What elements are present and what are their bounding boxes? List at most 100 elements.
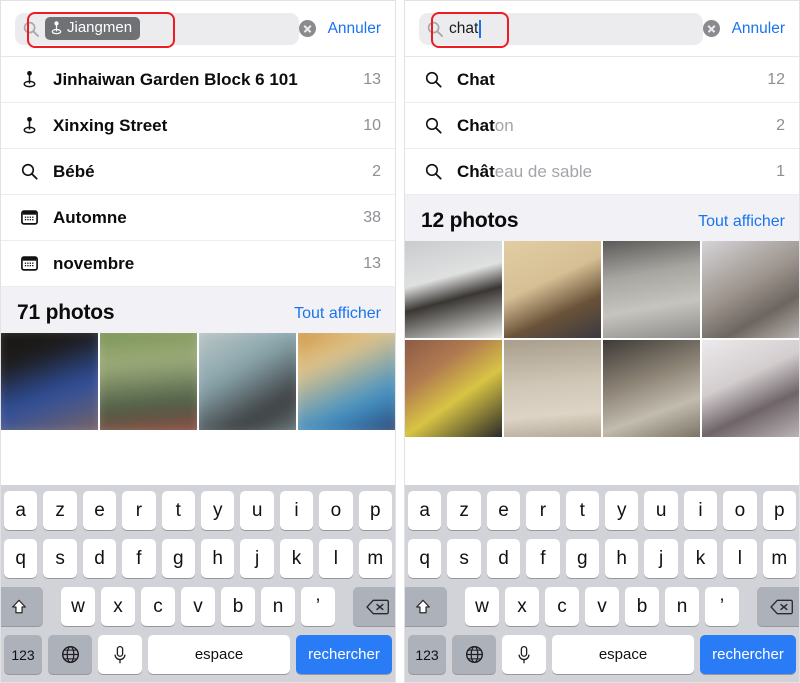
list-item[interactable]: Xinxing Street 10	[1, 103, 395, 149]
key-o[interactable]: o	[319, 491, 353, 530]
key-x[interactable]: x	[101, 587, 135, 626]
search-key[interactable]: rechercher	[296, 635, 392, 674]
key-k[interactable]: k	[279, 539, 314, 578]
key-h[interactable]: h	[605, 539, 639, 578]
key-j[interactable]: j	[240, 539, 274, 578]
key-g[interactable]: g	[565, 539, 599, 578]
cancel-button-right[interactable]: Annuler	[732, 20, 785, 38]
key-a[interactable]: a	[407, 491, 442, 530]
key-t[interactable]: t	[161, 491, 195, 530]
numbers-key[interactable]: 123	[408, 635, 446, 674]
key-c[interactable]: c	[545, 587, 579, 626]
key-m[interactable]: m	[762, 539, 797, 578]
key-s[interactable]: s	[447, 539, 481, 578]
key-r[interactable]: r	[526, 491, 560, 530]
list-item[interactable]: Chaton 2	[405, 103, 799, 149]
photo-thumb-cat-5[interactable]	[405, 340, 502, 437]
key-a[interactable]: a	[3, 491, 38, 530]
key-d[interactable]: d	[486, 539, 521, 578]
key-i[interactable]: i	[279, 491, 314, 530]
key-u[interactable]: u	[240, 491, 274, 530]
key-y[interactable]: y	[201, 491, 235, 530]
key-p[interactable]: p	[762, 491, 797, 530]
shift-icon[interactable]	[1, 587, 43, 626]
photo-thumb-cat-8[interactable]	[702, 340, 799, 437]
key-v[interactable]: v	[181, 587, 215, 626]
clear-circle-icon[interactable]	[298, 20, 316, 37]
list-item[interactable]: Automne 38	[1, 195, 395, 241]
list-item[interactable]: Bébé 2	[1, 149, 395, 195]
photo-thumb-cat-3[interactable]	[603, 241, 700, 338]
search-input-right[interactable]: chat	[419, 12, 703, 45]
key-c[interactable]: c	[141, 587, 175, 626]
microphone-icon[interactable]	[502, 635, 546, 674]
key-apostrophe[interactable]: ’	[301, 587, 335, 626]
key-n[interactable]: n	[261, 587, 295, 626]
key-k[interactable]: k	[683, 539, 718, 578]
key-q[interactable]: q	[3, 539, 38, 578]
key-s[interactable]: s	[43, 539, 77, 578]
key-u[interactable]: u	[644, 491, 678, 530]
keyboard-row-4: 123 espace rechercher	[408, 635, 796, 674]
key-m[interactable]: m	[358, 539, 393, 578]
space-key[interactable]: espace	[148, 635, 290, 674]
key-n[interactable]: n	[665, 587, 699, 626]
key-o[interactable]: o	[723, 491, 757, 530]
key-r[interactable]: r	[122, 491, 156, 530]
photo-thumb-cat-4[interactable]	[702, 241, 799, 338]
see-all-link-right[interactable]: Tout afficher	[698, 213, 785, 233]
globe-icon[interactable]	[452, 635, 496, 674]
list-item-count: 13	[363, 70, 381, 88]
key-z[interactable]: z	[447, 491, 481, 530]
list-item[interactable]: Château de sable 1	[405, 149, 799, 195]
key-x[interactable]: x	[505, 587, 539, 626]
shift-icon[interactable]	[405, 587, 447, 626]
key-q[interactable]: q	[407, 539, 442, 578]
key-z[interactable]: z	[43, 491, 77, 530]
key-w[interactable]: w	[61, 587, 95, 626]
key-w[interactable]: w	[465, 587, 499, 626]
key-g[interactable]: g	[161, 539, 195, 578]
photo-thumb-cat-6[interactable]	[504, 340, 601, 437]
key-y[interactable]: y	[605, 491, 639, 530]
list-item[interactable]: novembre 13	[1, 241, 395, 287]
key-d[interactable]: d	[82, 539, 117, 578]
key-f[interactable]: f	[122, 539, 156, 578]
photo-thumb-cat-2[interactable]	[504, 241, 601, 338]
list-item[interactable]: Jinhaiwan Garden Block 6 101 13	[1, 57, 395, 103]
key-h[interactable]: h	[201, 539, 235, 578]
list-item[interactable]: Chat 12	[405, 57, 799, 103]
key-apostrophe[interactable]: ’	[705, 587, 739, 626]
key-l[interactable]: l	[723, 539, 757, 578]
key-j[interactable]: j	[644, 539, 678, 578]
globe-icon[interactable]	[48, 635, 92, 674]
space-key[interactable]: espace	[552, 635, 694, 674]
key-p[interactable]: p	[358, 491, 393, 530]
photo-thumb-4[interactable]	[298, 333, 395, 430]
backspace-icon[interactable]	[757, 587, 799, 626]
key-b[interactable]: b	[625, 587, 659, 626]
key-b[interactable]: b	[221, 587, 255, 626]
key-v[interactable]: v	[585, 587, 619, 626]
see-all-link-left[interactable]: Tout afficher	[294, 305, 381, 325]
search-input-left[interactable]: Jiangmen	[15, 12, 299, 45]
photo-thumb-3[interactable]	[199, 333, 296, 430]
photo-thumb-cat-1[interactable]	[405, 241, 502, 338]
numbers-key[interactable]: 123	[4, 635, 42, 674]
cancel-button-left[interactable]: Annuler	[328, 20, 381, 38]
clear-circle-icon[interactable]	[702, 20, 720, 37]
photo-thumb-cat-7[interactable]	[603, 340, 700, 437]
key-i[interactable]: i	[683, 491, 718, 530]
key-t[interactable]: t	[565, 491, 599, 530]
backspace-icon[interactable]	[353, 587, 395, 626]
key-e[interactable]: e	[486, 491, 521, 530]
search-icon	[421, 115, 445, 137]
photo-thumb-1[interactable]	[1, 333, 98, 430]
key-l[interactable]: l	[319, 539, 353, 578]
key-f[interactable]: f	[526, 539, 560, 578]
search-token-chip[interactable]: Jiangmen	[45, 17, 141, 40]
microphone-icon[interactable]	[98, 635, 142, 674]
key-e[interactable]: e	[82, 491, 117, 530]
photo-thumb-2[interactable]	[100, 333, 197, 430]
search-key[interactable]: rechercher	[700, 635, 796, 674]
